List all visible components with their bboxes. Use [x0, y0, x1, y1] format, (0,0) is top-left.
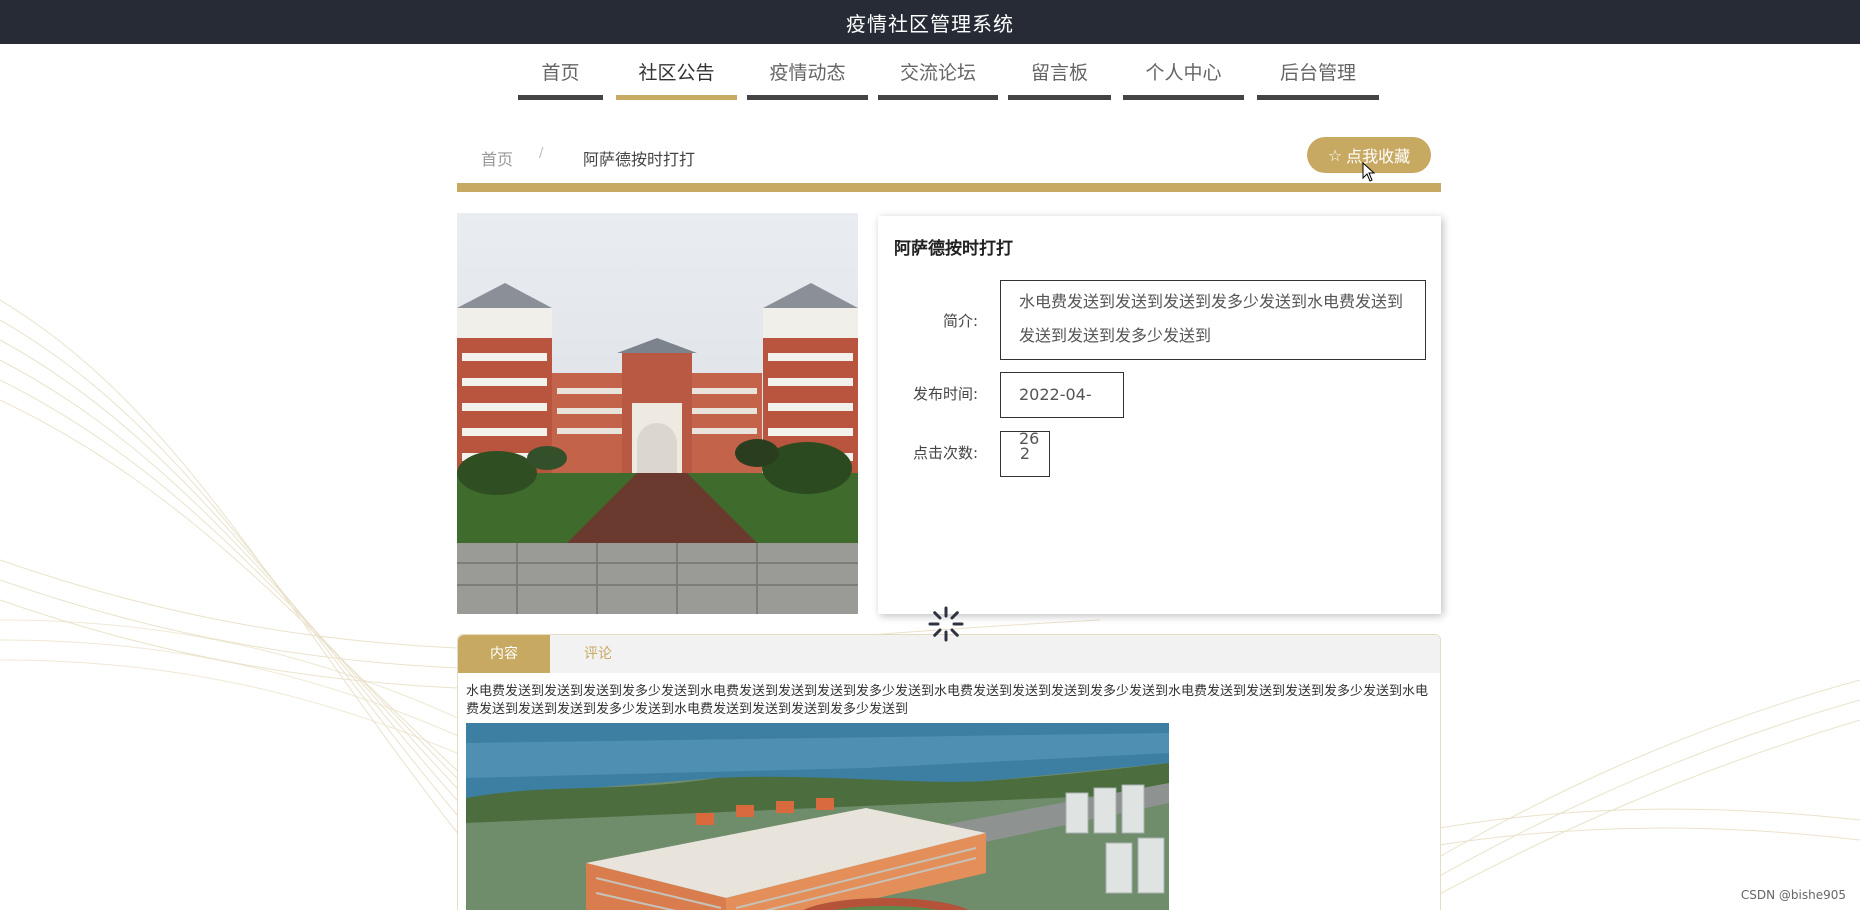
intro-value: 水电费发送到发送到发送到发多少发送到水电费发送到发送到发送到发多少发送到	[1000, 280, 1426, 360]
nav-item-admin[interactable]: 后台管理	[1257, 58, 1379, 100]
click-count-value: 2	[1000, 431, 1050, 477]
mouse-cursor-icon	[1362, 162, 1376, 182]
breadcrumb-separator: /	[539, 146, 544, 161]
nav-item-epidemic-news[interactable]: 疫情动态	[747, 58, 868, 100]
nav-underline	[1257, 95, 1379, 100]
nav-underline	[518, 95, 603, 100]
loading-spinner-icon	[928, 606, 964, 642]
breadcrumb-current: 阿萨德按时打打	[583, 150, 696, 169]
nav-underline	[747, 95, 868, 100]
announcement-title: 阿萨德按时打打	[894, 239, 1013, 259]
nav-item-forum[interactable]: 交流论坛	[878, 58, 998, 100]
nav-underline-active	[616, 95, 737, 100]
nav-item-label: 个人中心	[1145, 62, 1222, 84]
watermark: CSDN @bishe905	[1740, 888, 1846, 902]
nav-item-announcements[interactable]: 社区公告	[616, 58, 737, 100]
nav-underline	[878, 95, 998, 100]
breadcrumb: 首页 / 阿萨德按时打打 ☆ 点我收藏	[457, 120, 1441, 192]
content-text: 水电费发送到发送到发送到发多少发送到水电费发送到发送到发送到发多少发送到水电费发…	[466, 684, 1429, 717]
publish-time-label: 发布时间:	[912, 385, 978, 403]
publish-time-value: 2022-04-26	[1000, 372, 1124, 448]
nav-item-label: 首页	[541, 62, 580, 84]
intro-label: 简介:	[942, 312, 978, 330]
announcement-image	[457, 213, 858, 614]
breadcrumb-divider	[457, 183, 1441, 192]
click-count-label: 点击次数:	[912, 444, 978, 462]
top-bar: 疫情社区管理系统	[0, 0, 1860, 44]
tab-comments[interactable]: 评论	[550, 635, 646, 673]
tab-content[interactable]: 内容	[458, 635, 550, 673]
content-tabs-panel: 内容 评论 水电费发送到发送到发送到发多少发送到水电费发送到发送到发送到发多少发…	[457, 634, 1441, 910]
nav-item-label: 留言板	[1030, 62, 1088, 84]
content-image	[466, 723, 1169, 910]
system-title: 疫情社区管理系统	[846, 11, 1014, 36]
page: 疫情社区管理系统 首页 社区公告 疫情动态 交流论坛 留言板 个人中心 后台管理	[0, 0, 1860, 910]
nav-item-label: 社区公告	[638, 62, 715, 84]
breadcrumb-home[interactable]: 首页	[481, 146, 513, 170]
nav-item-label: 后台管理	[1279, 62, 1356, 84]
favorite-button-label: 点我收藏	[1346, 147, 1411, 166]
nav-item-profile[interactable]: 个人中心	[1123, 58, 1244, 100]
star-outline-icon: ☆	[1327, 145, 1343, 165]
nav-underline	[1123, 95, 1244, 100]
nav-item-home[interactable]: 首页	[518, 58, 603, 100]
announcement-info-card: 阿萨德按时打打 简介: 水电费发送到发送到发送到发多少发送到水电费发送到发送到发…	[878, 216, 1441, 614]
nav-underline	[1008, 95, 1111, 100]
nav-item-message-board[interactable]: 留言板	[1008, 58, 1111, 100]
nav-item-label: 疫情动态	[769, 62, 846, 84]
main-nav: 首页 社区公告 疫情动态 交流论坛 留言板 个人中心 后台管理	[0, 58, 1860, 100]
nav-item-label: 交流论坛	[899, 62, 976, 84]
